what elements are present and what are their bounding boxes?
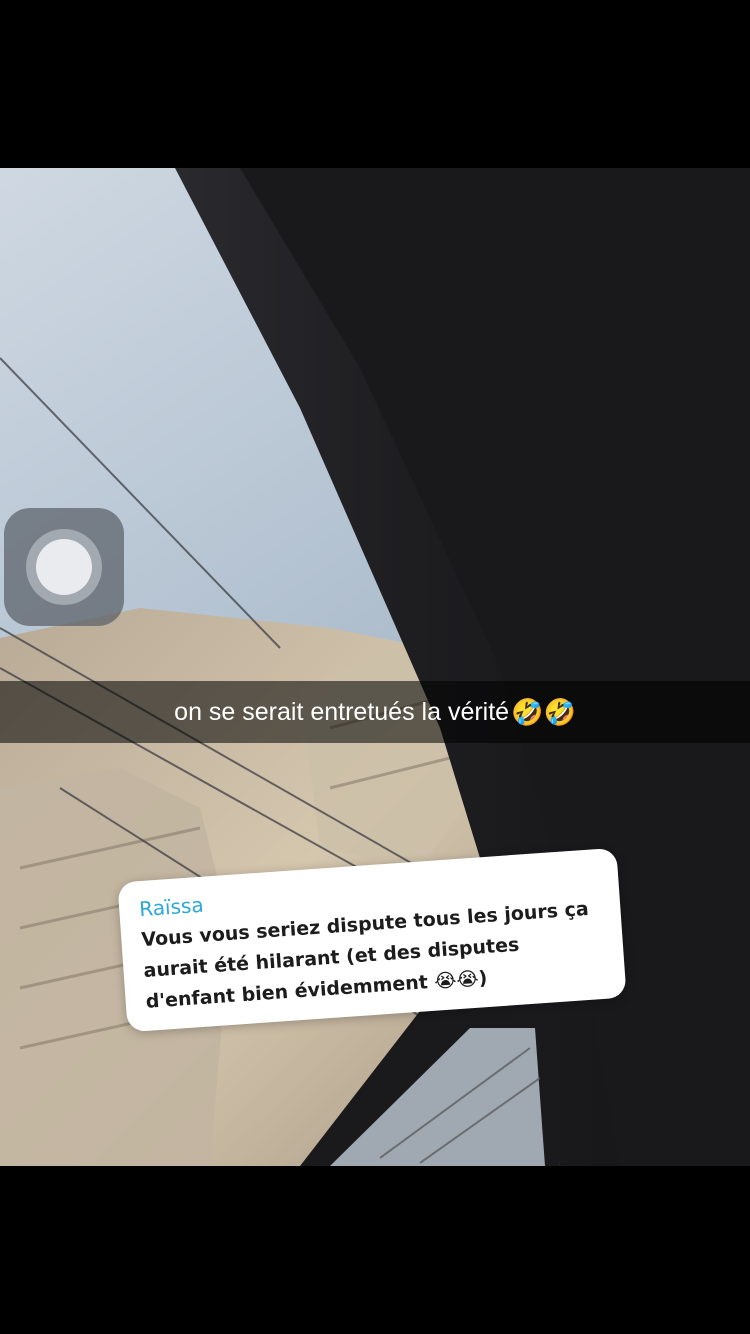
caption-text: on se serait entretués la vérité	[174, 697, 510, 726]
caption-emoji: 🤣🤣	[511, 696, 576, 727]
story-photo	[0, 168, 750, 1166]
car-window-scene	[0, 168, 750, 1166]
assistive-touch-icon	[36, 539, 92, 595]
story-caption: on se serait entretués la vérité 🤣🤣	[0, 681, 750, 743]
assistive-touch-button[interactable]	[4, 508, 124, 626]
